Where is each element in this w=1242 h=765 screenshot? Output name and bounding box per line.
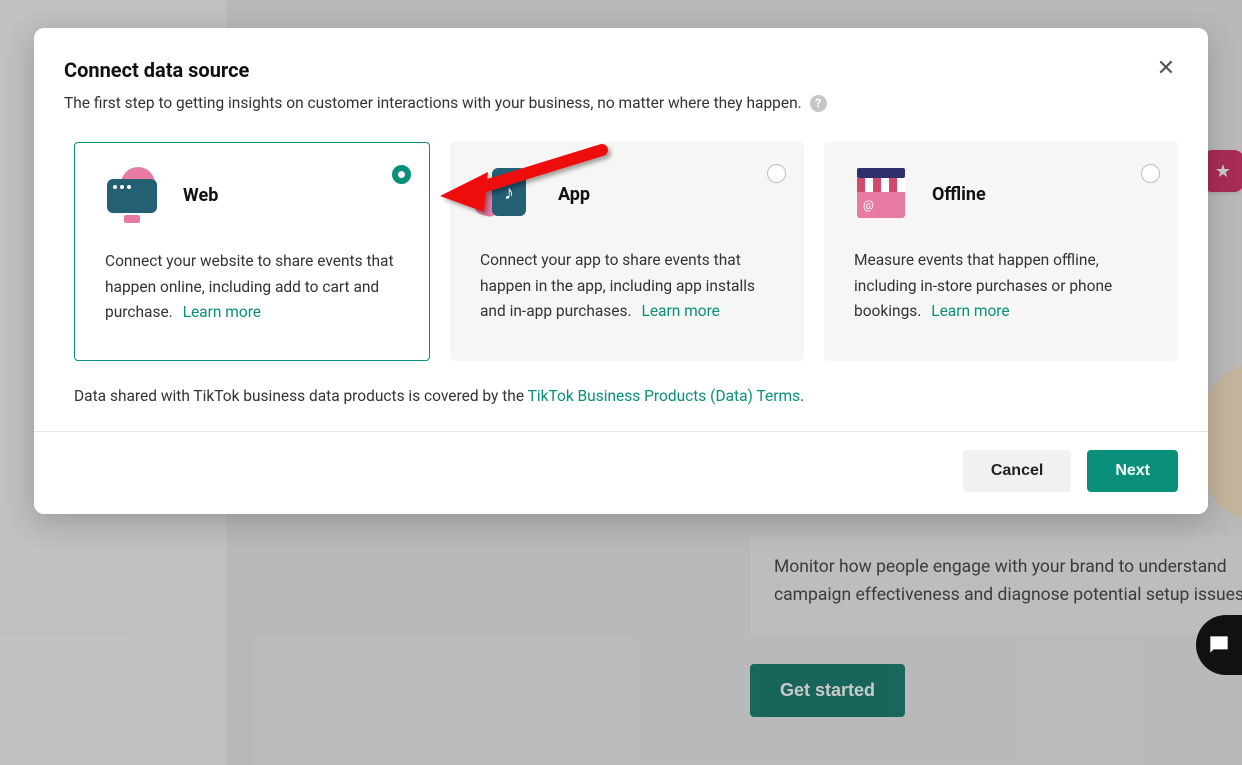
card-title-offline: Offline — [932, 184, 986, 205]
learn-more-offline[interactable]: Learn more — [931, 302, 1009, 320]
radio-app[interactable] — [767, 164, 786, 183]
source-card-web[interactable]: Web Connect your website to share events… — [74, 142, 430, 361]
radio-web[interactable] — [392, 165, 411, 184]
modal-header: Connect data source The first step to ge… — [34, 28, 1208, 112]
card-desc-offline: Measure events that happen offline, incl… — [854, 248, 1148, 325]
source-cards: Web Connect your website to share events… — [34, 112, 1208, 361]
modal-subtitle-text: The first step to getting insights on cu… — [64, 94, 802, 112]
next-button[interactable]: Next — [1087, 450, 1178, 492]
help-icon[interactable]: ? — [810, 95, 827, 112]
connect-data-source-modal: Connect data source The first step to ge… — [34, 28, 1208, 514]
radio-offline[interactable] — [1141, 164, 1160, 183]
offline-icon: @ — [854, 168, 908, 220]
cancel-button[interactable]: Cancel — [963, 450, 1071, 492]
card-desc-web: Connect your website to share events tha… — [105, 249, 399, 326]
app-icon: ♪ — [480, 168, 534, 220]
source-card-offline[interactable]: @ Offline Measure events that happen off… — [824, 142, 1178, 361]
modal-subtitle: The first step to getting insights on cu… — [64, 94, 1178, 112]
modal-title: Connect data source — [64, 58, 1178, 82]
learn-more-app[interactable]: Learn more — [641, 302, 719, 320]
terms-line: Data shared with TikTok business data pr… — [34, 361, 1208, 431]
card-title-app: App — [558, 184, 590, 205]
close-button[interactable]: ✕ — [1152, 54, 1180, 82]
terms-link[interactable]: TikTok Business Products (Data) Terms — [528, 387, 800, 405]
close-icon: ✕ — [1157, 55, 1175, 80]
chat-icon — [1206, 632, 1232, 658]
card-desc-app: Connect your app to share events that ha… — [480, 248, 774, 325]
web-icon — [105, 169, 159, 221]
card-title-web: Web — [183, 185, 218, 206]
learn-more-web[interactable]: Learn more — [183, 303, 261, 321]
modal-footer: Cancel Next — [34, 431, 1208, 514]
source-card-app[interactable]: ♪ App Connect your app to share events t… — [450, 142, 804, 361]
